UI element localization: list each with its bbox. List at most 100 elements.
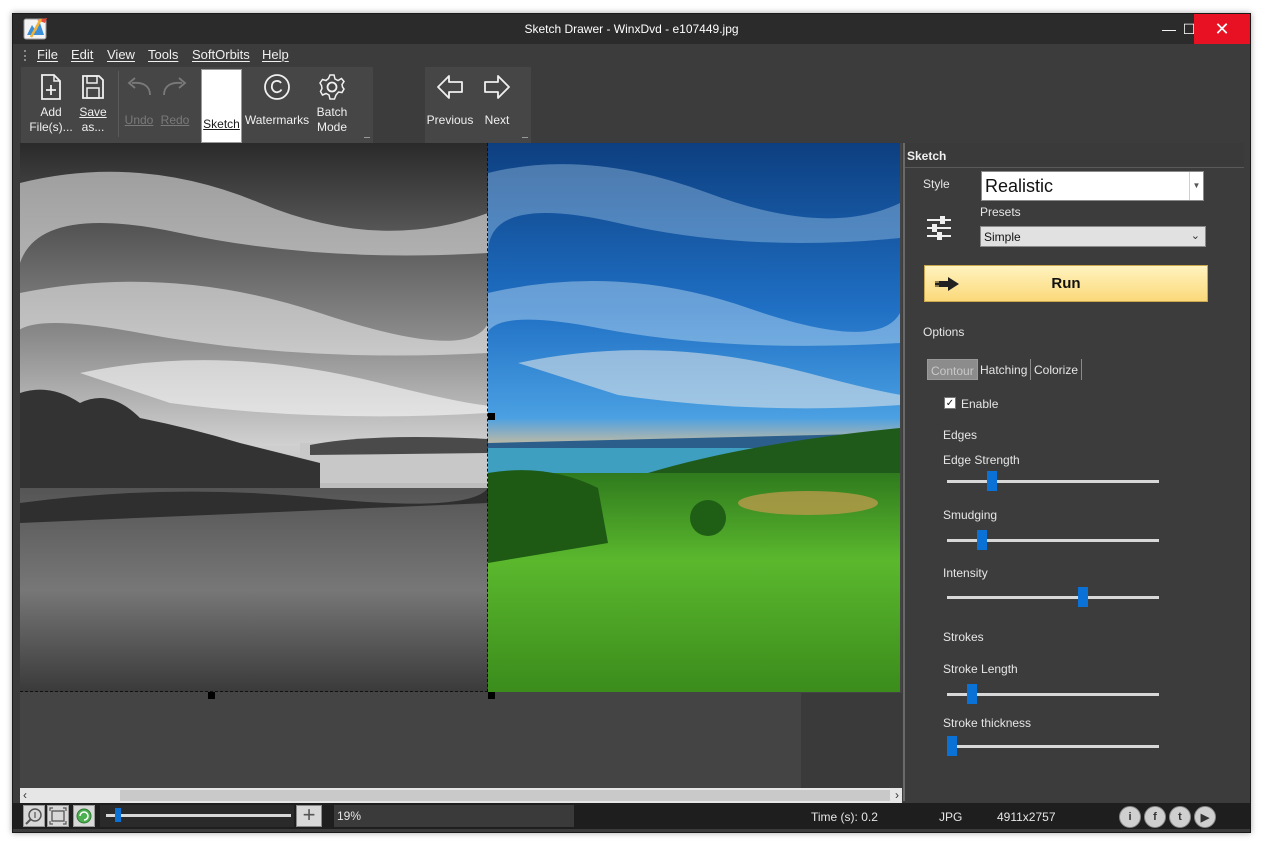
batch-mode-label-2: Mode [316,120,348,134]
group-expand-icon[interactable] [364,137,370,141]
smudging-label: Smudging [943,508,998,522]
undo-icon [127,77,151,96]
zoom-slider[interactable] [106,808,291,822]
stroke-thickness-label: Stroke thickness [943,716,1032,730]
edge-strength-slider[interactable] [947,471,1159,491]
add-files-button[interactable]: Add File(s)... [29,67,73,141]
save-as-button[interactable]: Save as... [73,67,113,141]
strokes-section-label: Strokes [943,630,984,644]
rotate-icon [76,808,92,824]
style-label: Style [923,177,950,191]
menu-tools[interactable]: Tools [148,47,178,62]
arrow-left-icon [437,75,463,99]
edge-strength-thumb[interactable] [987,471,997,491]
menu-file[interactable]: File [37,47,58,62]
zoom-in-icon [25,808,42,825]
redo-icon [163,77,187,96]
sketch-tab-button[interactable]: Sketch [201,69,242,143]
stroke-thickness-thumb[interactable] [947,736,957,756]
image-canvas[interactable] [20,143,902,788]
menu-view[interactable]: View [107,47,135,62]
sketch-preview-image [20,143,488,692]
chevron-down-icon: ⌄ [1190,230,1200,242]
arrow-right-icon [484,75,510,99]
batch-mode-button[interactable]: Batch Mode [310,67,354,141]
zoom-plus-button[interactable]: + [296,804,322,827]
group-expand-icon[interactable] [522,137,528,141]
smudging-thumb[interactable] [977,530,987,550]
horizontal-scrollbar[interactable]: ‹ › [20,788,902,803]
close-button[interactable]: ✕ [1194,14,1250,44]
toolbar-separator [118,71,119,137]
image-format: JPG [939,810,963,824]
fit-screen-button[interactable] [47,805,69,827]
menu-softorbits[interactable]: SoftOrbits [192,47,250,62]
run-button[interactable]: Run [924,265,1208,302]
twitter-icon[interactable]: t [1169,806,1191,828]
youtube-icon[interactable]: ▶ [1194,806,1216,828]
canvas-gutter [801,693,902,788]
stroke-thickness-slider[interactable] [947,736,1159,756]
dropdown-arrow-icon: ▼ [1189,172,1203,200]
fit-screen-icon [49,807,67,825]
save-icon [82,75,104,99]
panel-title: Sketch [905,143,1244,168]
presets-value: Simple [984,230,1021,244]
original-preview-image [488,143,900,692]
title-bar[interactable]: Sketch Drawer - WinxDvd - e107449.jpg — … [13,14,1250,44]
window-title: Sketch Drawer - WinxDvd - e107449.jpg [524,22,739,36]
rotate-button[interactable] [73,805,95,827]
stroke-length-slider[interactable] [947,684,1159,704]
add-files-label-2: File(s)... [29,120,73,134]
undo-label: Undo [124,113,154,127]
next-button[interactable]: Next [477,67,517,141]
previous-button[interactable]: Previous [425,67,475,141]
image-dimensions: 4911x2757 [997,810,1056,824]
toolbar-main-group: Add File(s)... Save as... Undo Redo Sket… [21,67,373,143]
status-bar: + 19% Time (s): 0.2 JPG 4911x2757 i f t … [13,803,1250,829]
scroll-right-icon[interactable]: › [895,788,899,802]
zoom-slider-thumb[interactable] [115,808,121,822]
edges-section-label: Edges [943,428,978,442]
render-time: Time (s): 0.2 [811,810,878,824]
redo-button[interactable]: Redo [157,67,193,141]
photo-preview[interactable] [20,143,900,692]
intensity-thumb[interactable] [1078,587,1088,607]
stroke-length-thumb[interactable] [967,684,977,704]
intensity-slider[interactable] [947,587,1159,607]
previous-label: Previous [426,113,474,127]
menu-grip-icon [24,50,27,61]
smudging-slider[interactable] [947,530,1159,550]
scrollbar-thumb[interactable] [120,790,890,801]
gear-icon [319,74,345,100]
style-dropdown[interactable]: Realistic ▼ [981,171,1204,201]
scroll-left-icon[interactable]: ‹ [23,788,27,802]
tab-colorize[interactable]: Colorize [1031,359,1083,380]
menu-edit[interactable]: Edit [71,47,93,62]
redo-label: Redo [160,113,190,127]
menu-help[interactable]: Help [262,47,289,62]
resize-handle-bottom[interactable] [208,692,215,699]
options-label: Options [923,325,965,339]
add-files-label-1: Add [40,105,62,119]
presets-dropdown[interactable]: Simple ⌄ [980,226,1206,247]
save-as-label-2: as... [81,120,105,134]
selection-border [20,691,488,692]
tab-contour[interactable]: Contour [927,359,978,380]
stroke-length-label: Stroke Length [943,662,1018,676]
app-window: Sketch Drawer - WinxDvd - e107449.jpg — … [12,13,1251,833]
style-value: Realistic [985,176,1054,196]
add-file-icon [41,74,61,100]
split-handle[interactable] [488,413,495,420]
undo-button[interactable]: Undo [121,67,157,141]
sketch-label: Sketch [203,117,240,131]
facebook-icon[interactable]: f [1144,806,1166,828]
edge-strength-label: Edge Strength [943,453,1020,467]
zoom-in-button[interactable] [23,805,45,827]
tab-hatching[interactable]: Hatching [977,359,1032,380]
info-icon[interactable]: i [1119,806,1141,828]
run-arrow-icon [933,277,959,291]
resize-handle-corner[interactable] [488,692,495,699]
watermarks-button[interactable]: Watermarks [244,67,310,141]
enable-checkbox[interactable]: ✓ [944,397,956,409]
